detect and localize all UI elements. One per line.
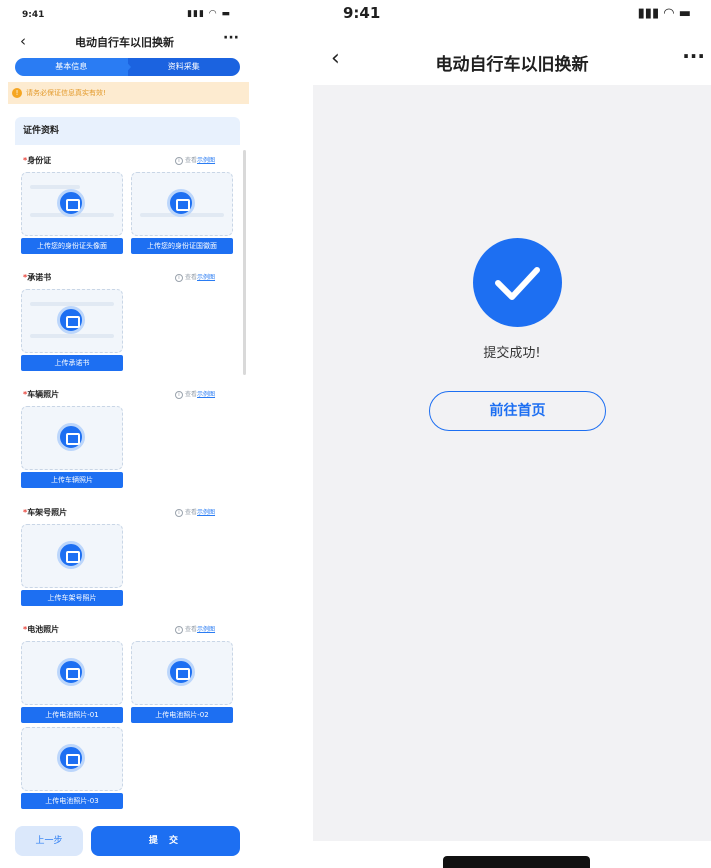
status-icons: ▮▮▮ ◠ ▬ (187, 9, 231, 19)
home-indicator (443, 856, 590, 868)
page-title: 电动自行车以旧换新 (435, 55, 589, 75)
camera-icon[interactable] (57, 658, 85, 686)
upload-slot-id-back[interactable]: 上传您的身份证国徽面 (131, 172, 233, 254)
upload-battery-2-button[interactable]: 上传电池照片-02 (131, 707, 233, 723)
page-title: 电动自行车以旧换新 (75, 36, 174, 49)
camera-icon[interactable] (167, 658, 195, 686)
upload-battery-3-button[interactable]: 上传电池照片-03 (21, 793, 123, 809)
upload-id-front-button[interactable]: 上传您的身份证头像面 (21, 238, 123, 254)
upload-slot-commitment[interactable]: 上传承诺书 (21, 289, 123, 371)
camera-icon[interactable] (57, 423, 85, 451)
content-area: 提交成功! 前往首页 (313, 85, 711, 841)
status-time: 9:41 (22, 10, 45, 20)
info-icon: i (175, 274, 183, 282)
view-example-commitment[interactable]: i 查看示例图 (175, 272, 215, 282)
documents-card: 证件资料 *身份证 i 查看示例图 上传您的身份证头像面 上传您的身份证国徽面 *… (15, 117, 240, 817)
info-icon: i (175, 509, 183, 517)
camera-icon[interactable] (57, 189, 85, 217)
more-icon[interactable]: ··· (223, 30, 239, 46)
success-check-icon (473, 238, 562, 327)
status-time: 9:41 (343, 4, 381, 22)
section-title-id: *身份证 (23, 156, 52, 165)
more-icon[interactable]: ··· (682, 44, 705, 68)
view-example-vehicle[interactable]: i 查看示例图 (175, 389, 215, 399)
upload-slot-id-front[interactable]: 上传您的身份证头像面 (21, 172, 123, 254)
upload-vehicle-button[interactable]: 上传车辆照片 (21, 472, 123, 488)
success-screen: 9:41 ▮▮▮ ◠ ▬ ‹ 电动自行车以旧换新 ··· 提交成功! 前往首页 (313, 0, 711, 868)
view-example-battery[interactable]: i 查看示例图 (175, 624, 215, 634)
footer-actions: 上一步 提 交 (15, 826, 240, 856)
upload-slot-battery-2[interactable]: 上传电池照片-02 (131, 641, 233, 723)
notice-text: 请务必保证信息真实有效! (26, 89, 106, 97)
info-icon: i (175, 626, 183, 634)
upload-battery-1-button[interactable]: 上传电池照片-01 (21, 707, 123, 723)
section-title-vehicle: *车辆照片 (23, 390, 60, 399)
upload-slot-vehicle[interactable]: 上传车辆照片 (21, 406, 123, 488)
nav-bar: ‹ 电动自行车以旧换新 ··· (0, 30, 249, 54)
camera-icon[interactable] (167, 189, 195, 217)
status-icons: ▮▮▮ ◠ ▬ (637, 6, 691, 21)
upload-slot-battery-3[interactable]: 上传电池照片-03 (21, 727, 123, 809)
camera-icon[interactable] (57, 541, 85, 569)
prev-step-button[interactable]: 上一步 (15, 826, 83, 856)
camera-icon[interactable] (57, 306, 85, 334)
section-title-battery: *电池照片 (23, 625, 60, 634)
upload-commitment-button[interactable]: 上传承诺书 (21, 355, 123, 371)
go-home-button[interactable]: 前往首页 (429, 391, 606, 431)
step-indicator: 基本信息 资料采集 (15, 58, 240, 76)
camera-icon[interactable] (57, 744, 85, 772)
upload-slot-battery-1[interactable]: 上传电池照片-01 (21, 641, 123, 723)
warning-icon: ! (12, 88, 22, 98)
status-bar: 9:41 ▮▮▮ ◠ ▬ (0, 0, 249, 30)
info-icon: i (175, 157, 183, 165)
submit-button[interactable]: 提 交 (91, 826, 240, 856)
upload-slot-frame[interactable]: 上传车架号照片 (21, 524, 123, 606)
upload-frame-button[interactable]: 上传车架号照片 (21, 590, 123, 606)
success-message: 提交成功! (483, 346, 541, 361)
form-screen: 9:41 ▮▮▮ ◠ ▬ ‹ 电动自行车以旧换新 ··· 基本信息 资料采集 !… (0, 0, 249, 868)
step-data-collection[interactable]: 资料采集 (127, 58, 240, 76)
section-title-commitment: *承诺书 (23, 273, 52, 282)
info-icon: i (175, 391, 183, 399)
upload-id-back-button[interactable]: 上传您的身份证国徽面 (131, 238, 233, 254)
view-example-id[interactable]: i 查看示例图 (175, 155, 215, 165)
section-title-frame: *车架号照片 (23, 508, 68, 517)
step-arrow-icon (123, 58, 131, 76)
status-bar: 9:41 ▮▮▮ ◠ ▬ (313, 0, 711, 38)
notice-banner: ! 请务必保证信息真实有效! (8, 82, 249, 104)
card-title: 证件资料 (15, 117, 240, 145)
view-example-frame[interactable]: i 查看示例图 (175, 507, 215, 517)
scrollbar[interactable] (243, 150, 246, 375)
step-basic-info[interactable]: 基本信息 (15, 58, 128, 76)
nav-bar: ‹ 电动自行车以旧换新 ··· (313, 38, 711, 82)
